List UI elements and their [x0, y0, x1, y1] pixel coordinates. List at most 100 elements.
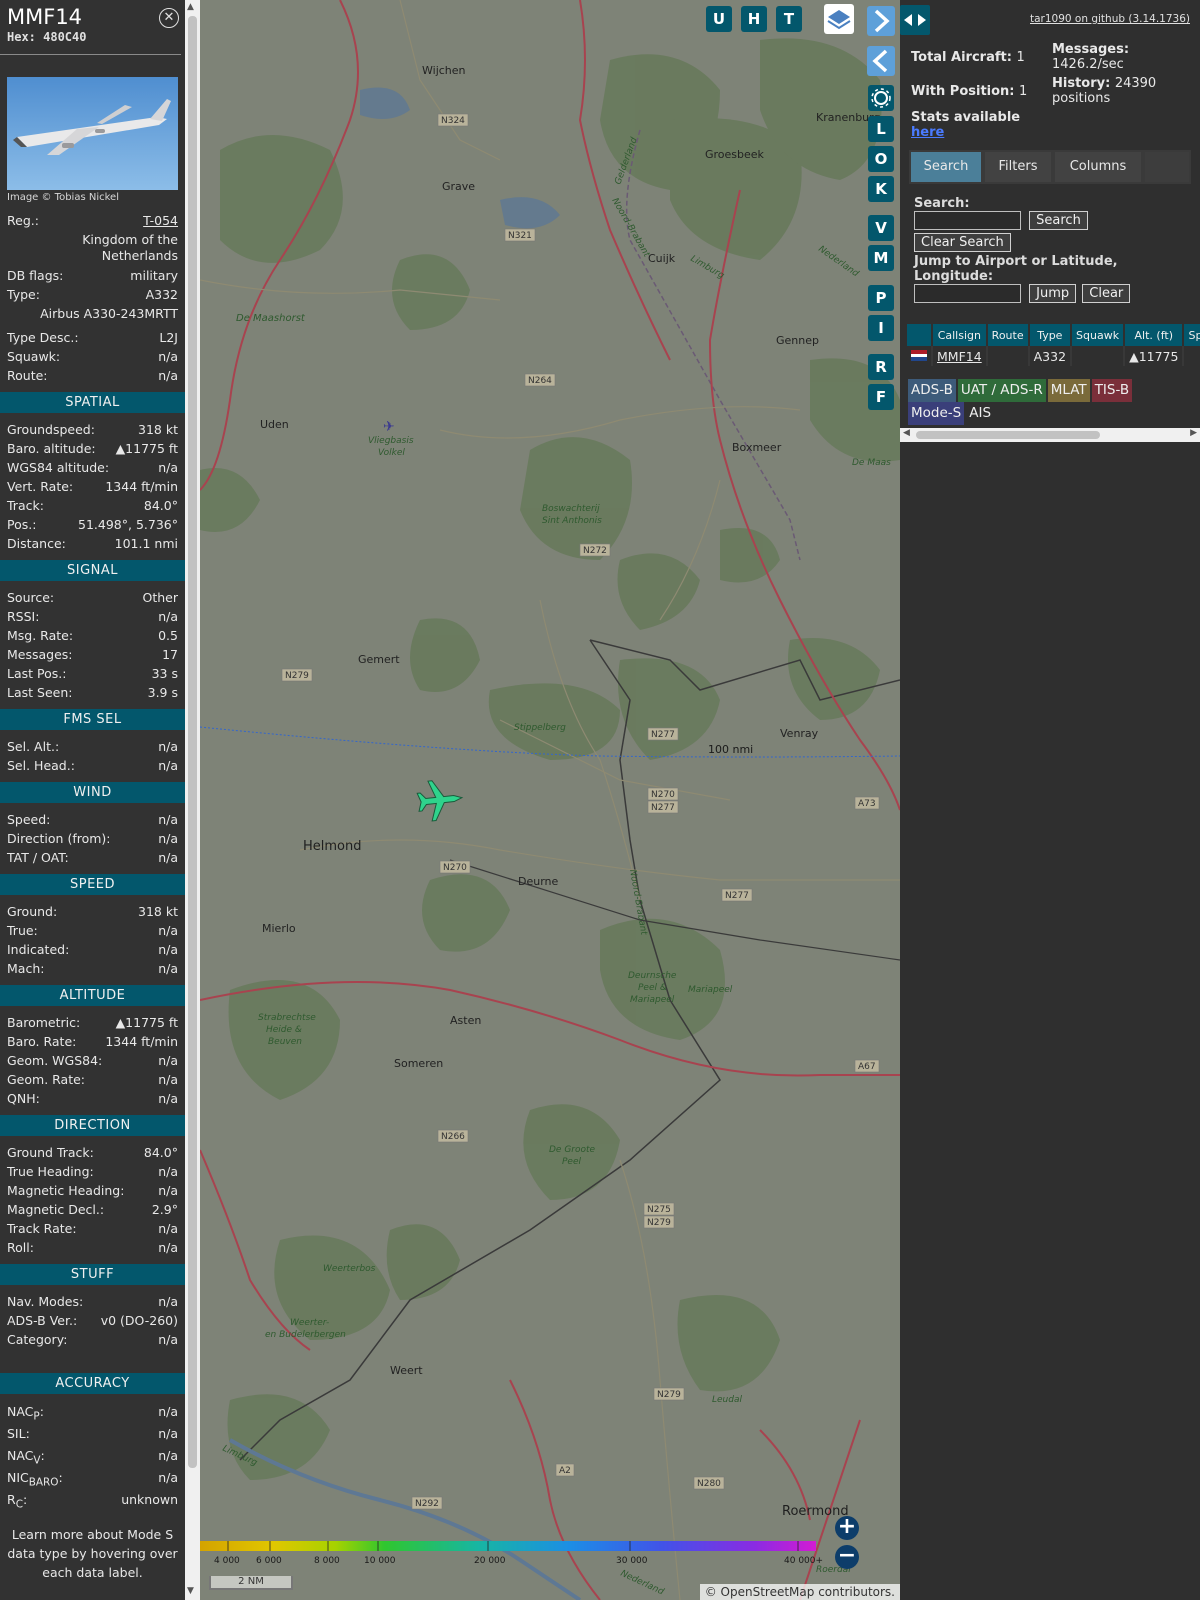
sil-row: SIL: n/a: [0, 1423, 185, 1445]
toggle-v-button[interactable]: V: [868, 215, 894, 241]
layers-button[interactable]: [824, 4, 854, 34]
toggle-i-button[interactable]: I: [868, 315, 894, 341]
close-icon[interactable]: ✕: [159, 8, 179, 28]
clear-search-button[interactable]: Clear Search: [914, 233, 1011, 252]
toggle-m-button[interactable]: M: [868, 245, 894, 271]
toggle-t-button[interactable]: T: [776, 6, 802, 32]
info-scrollbar[interactable]: ▲ ▼: [185, 0, 200, 1600]
col-flag: [907, 324, 933, 346]
toggle-r-button[interactable]: R: [868, 354, 894, 380]
svg-text:N277: N277: [651, 730, 675, 740]
search-input[interactable]: [914, 211, 1021, 230]
jump-button[interactable]: Jump: [1029, 284, 1077, 303]
rc-label: RC:: [7, 1492, 28, 1511]
map-view[interactable]: 100 nmi Wijchen Grave Groesbeek Cuijk Ge…: [200, 0, 900, 1600]
altitude-tick-label: 10 000: [364, 1556, 396, 1566]
section-signal: SIGNAL: [0, 560, 185, 581]
direction-label: Track Rate:: [7, 1221, 77, 1236]
search-label: Search:: [914, 196, 970, 211]
speed-value: n/a: [158, 942, 178, 957]
scroll-down-icon[interactable]: ▼: [187, 1586, 194, 1596]
signal-label: Source:: [7, 590, 55, 605]
signal-value: 33 s: [151, 666, 178, 681]
road-shield: N279: [653, 1387, 685, 1401]
attribution-link[interactable]: OpenStreetMap: [721, 1585, 815, 1599]
toggle-u-button[interactable]: U: [706, 6, 732, 32]
table-row[interactable]: MMF14 A332 ▲11775: [907, 346, 1200, 366]
scroll-up-icon[interactable]: ▲: [187, 2, 194, 12]
toggle-l-button[interactable]: L: [868, 116, 894, 142]
col-altitude[interactable]: Alt. (ft): [1124, 324, 1185, 346]
altitude-tick-label: 40 000+: [784, 1556, 823, 1566]
nic-sub: BARO: [28, 1476, 59, 1489]
search-button[interactable]: Search: [1029, 211, 1088, 230]
hscroll-thumb[interactable]: [916, 431, 1100, 439]
zoom-out-button[interactable]: −: [835, 1545, 859, 1569]
scale-line: 2 NM: [209, 1576, 293, 1590]
aircraft-photo[interactable]: [7, 77, 178, 190]
altitude-value: n/a: [158, 1091, 178, 1106]
expand-right-button[interactable]: [867, 6, 895, 36]
tab-filters[interactable]: Filters: [985, 152, 1051, 182]
spatial-label: Track:: [7, 498, 44, 513]
type-value: A332: [145, 287, 178, 302]
svg-text:A67: A67: [858, 1062, 876, 1072]
nacv-text: NAC: [7, 1448, 34, 1463]
direction-label: True Heading:: [7, 1164, 94, 1179]
col-squawk[interactable]: Squawk: [1071, 324, 1126, 346]
toggle-f-button[interactable]: F: [868, 384, 894, 410]
scroll-thumb[interactable]: [188, 16, 197, 1468]
town-weert: Weert: [390, 1364, 423, 1377]
route-value: n/a: [158, 368, 178, 383]
scroll-left-icon[interactable]: ◀: [903, 428, 910, 438]
source-legend: ADS-B UAT / ADS-R MLAT TIS-B Mode-S AIS: [908, 379, 1198, 425]
speed-label: Ground:: [7, 904, 58, 919]
sidebar-toggle-button[interactable]: [900, 5, 930, 35]
table-hscrollbar[interactable]: ◀ ▶: [900, 428, 1200, 442]
collapse-left-button[interactable]: [867, 46, 895, 76]
svg-text:N292: N292: [415, 1499, 439, 1509]
scroll-right-icon[interactable]: ▶: [1190, 428, 1197, 438]
col-route[interactable]: Route: [986, 324, 1030, 346]
section-spatial: SPATIAL: [0, 392, 185, 413]
svg-text:N280: N280: [697, 1479, 721, 1489]
spatial-row: Groundspeed: 318 kt: [0, 420, 185, 439]
settings-button[interactable]: [868, 85, 894, 111]
legend-adsb: ADS-B: [908, 379, 956, 402]
reg-link[interactable]: T-054: [143, 211, 178, 230]
nacv-value: n/a: [158, 1448, 178, 1463]
town-helmond: Helmond: [303, 839, 362, 854]
toggle-h-button[interactable]: H: [741, 6, 767, 32]
wind-row: Speed: n/a: [0, 810, 185, 829]
map-canvas[interactable]: 100 nmi Wijchen Grave Groesbeek Cuijk Ge…: [200, 0, 900, 1600]
tab-search[interactable]: Search: [911, 152, 981, 182]
col-type[interactable]: Type: [1028, 324, 1073, 346]
chevron-left-icon: [872, 49, 888, 73]
park-strab-1: Strabrechtse: [258, 1013, 316, 1023]
svg-text:N266: N266: [441, 1132, 465, 1142]
tab-extra[interactable]: [1145, 152, 1189, 182]
svg-text:N321: N321: [508, 231, 532, 241]
col-speed[interactable]: Spd: [1183, 324, 1200, 346]
col-callsign[interactable]: Callsign: [932, 324, 988, 346]
altitude-color-bar: [200, 1541, 816, 1551]
row-callsign[interactable]: MMF14: [932, 346, 988, 366]
dbflags-row: DB flags: military: [0, 266, 185, 285]
road-shield: N277: [647, 800, 679, 814]
github-link[interactable]: tar1090 on github (3.14.1736): [1030, 13, 1190, 25]
spatial-value: 101.1 nmi: [114, 536, 178, 551]
town-mierlo: Mierlo: [262, 922, 296, 935]
toggle-o-button[interactable]: O: [868, 146, 894, 172]
speed-row: True: n/a: [0, 921, 185, 940]
toggle-k-button[interactable]: K: [868, 176, 894, 202]
stats-link[interactable]: here: [911, 125, 944, 140]
tab-columns[interactable]: Columns: [1055, 152, 1141, 182]
direction-row: True Heading: n/a: [0, 1162, 185, 1181]
clear-jump-button[interactable]: Clear: [1082, 284, 1131, 303]
zoom-in-button[interactable]: +: [835, 1516, 859, 1540]
town-grave: Grave: [442, 180, 475, 193]
dbflags-label: DB flags:: [7, 268, 64, 283]
jump-input[interactable]: [914, 284, 1021, 303]
toggle-p-button[interactable]: P: [868, 285, 894, 311]
rc-row: RC: unknown: [0, 1489, 185, 1511]
